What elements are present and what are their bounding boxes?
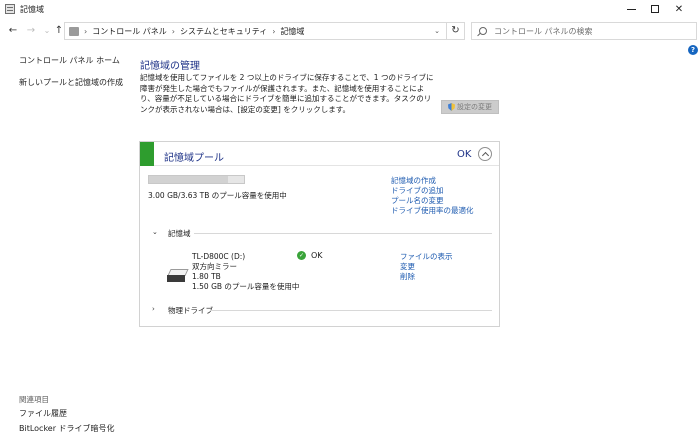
back-button[interactable]: ←: [7, 25, 19, 37]
check-icon: ✓: [297, 251, 306, 260]
forward-button[interactable]: →: [25, 25, 37, 37]
optimize-drive-usage-link[interactable]: ドライブ使用率の最適化: [391, 206, 474, 216]
help-icon[interactable]: ?: [688, 45, 698, 55]
chevron-down-icon: ⌄: [152, 228, 158, 236]
volume-status: ✓ OK: [297, 251, 323, 260]
volume-size: 1.80 TB: [192, 272, 221, 281]
change-settings-button[interactable]: 設定の変更: [441, 100, 499, 114]
pool-title: 記憶域プール: [164, 153, 224, 164]
volume-status-text: OK: [311, 251, 323, 260]
sidebar-create-pool[interactable]: 新しいプールと記憶域の作成: [19, 77, 123, 88]
navigation-bar: ← → ⌄ ↑ › コントロール パネル › システムとセキュリティ › 記憶域…: [0, 20, 700, 42]
add-drives-link[interactable]: ドライブの追加: [391, 186, 474, 196]
volume-info: TL-D800C (D:) 双方向ミラー 1.80 TB 1.50 GB のプー…: [192, 252, 299, 292]
refresh-button[interactable]: ↻: [446, 22, 464, 40]
related-heading: 関連項目: [19, 395, 49, 404]
breadcrumb-system-security[interactable]: システムとセキュリティ: [180, 26, 267, 37]
delete-link[interactable]: 削除: [400, 272, 453, 282]
breadcrumb-separator: ›: [171, 26, 175, 36]
control-panel-icon: [69, 26, 79, 36]
window-title: 記憶域: [20, 5, 44, 14]
breadcrumb-storage-spaces[interactable]: 記憶域: [280, 26, 304, 37]
volume-resiliency: 双方向ミラー: [192, 262, 237, 271]
pool-capacity-bar: [148, 175, 245, 184]
storage-section-label: 記憶域: [168, 229, 191, 238]
close-icon: ✕: [674, 3, 684, 15]
sidebar-bitlocker[interactable]: BitLocker ドライブ暗号化: [19, 423, 115, 434]
physical-drives-section-header[interactable]: › 物理ドライブ: [152, 305, 492, 315]
create-storage-link[interactable]: 記憶域の作成: [391, 176, 474, 186]
page-description: 記憶域を使用してファイルを 2 つ以上のドライブに保存することで、1 つのドライ…: [140, 73, 434, 114]
change-settings-label: 設定の変更: [457, 103, 492, 111]
recent-locations-button[interactable]: ⌄: [41, 25, 53, 37]
address-bar[interactable]: › コントロール パネル › システムとセキュリティ › 記憶域 ⌄ ↻: [64, 22, 465, 40]
breadcrumb-separator: ›: [272, 26, 276, 36]
chevron-right-icon: ›: [152, 305, 155, 313]
pool-capacity-text: 3.00 GB/3.63 TB のプール容量を使用中: [148, 191, 287, 200]
title-bar: 記憶域 ✕: [0, 0, 700, 18]
change-link[interactable]: 変更: [400, 262, 453, 272]
volume-task-links: ファイルの表示 変更 削除: [400, 252, 453, 282]
collapse-button[interactable]: [478, 147, 492, 161]
pool-task-links: 記憶域の作成 ドライブの追加 プール名の変更 ドライブ使用率の最適化: [391, 176, 474, 216]
storage-spaces-icon: [5, 4, 15, 14]
physical-drives-label: 物理ドライブ: [168, 306, 213, 315]
sidebar-file-history[interactable]: ファイル履歴: [19, 408, 67, 419]
chevron-up-icon: [481, 151, 490, 160]
pool-status-accent: [140, 142, 154, 166]
search-icon: [479, 27, 487, 35]
rename-pool-link[interactable]: プール名の変更: [391, 196, 474, 206]
chevron-down-icon[interactable]: ⌄: [434, 27, 440, 35]
search-input[interactable]: [494, 25, 689, 37]
drive-icon: [167, 269, 189, 283]
close-button[interactable]: ✕: [656, 0, 700, 18]
storage-pool-panel: 記憶域プール OK 3.00 GB/3.63 TB のプール容量を使用中 記憶域…: [139, 141, 500, 327]
page-title: 記憶域の管理: [140, 61, 200, 72]
volume-usage: 1.50 GB のプール容量を使用中: [192, 282, 300, 291]
storage-section-header[interactable]: ⌄ 記憶域: [152, 228, 492, 238]
sidebar-control-panel-home[interactable]: コントロール パネル ホーム: [19, 55, 120, 66]
section-divider: [210, 310, 492, 311]
uac-shield-icon: [448, 103, 455, 111]
pool-capacity-fill: [149, 176, 228, 183]
breadcrumb-separator: ›: [84, 26, 88, 36]
pool-header: 記憶域プール OK: [140, 142, 499, 166]
breadcrumb-control-panel[interactable]: コントロール パネル: [92, 26, 167, 37]
view-files-link[interactable]: ファイルの表示: [400, 252, 453, 262]
search-box[interactable]: [471, 22, 697, 40]
pool-status: OK: [457, 149, 472, 160]
section-divider: [194, 233, 492, 234]
volume-name: TL-D800C (D:): [192, 252, 246, 261]
